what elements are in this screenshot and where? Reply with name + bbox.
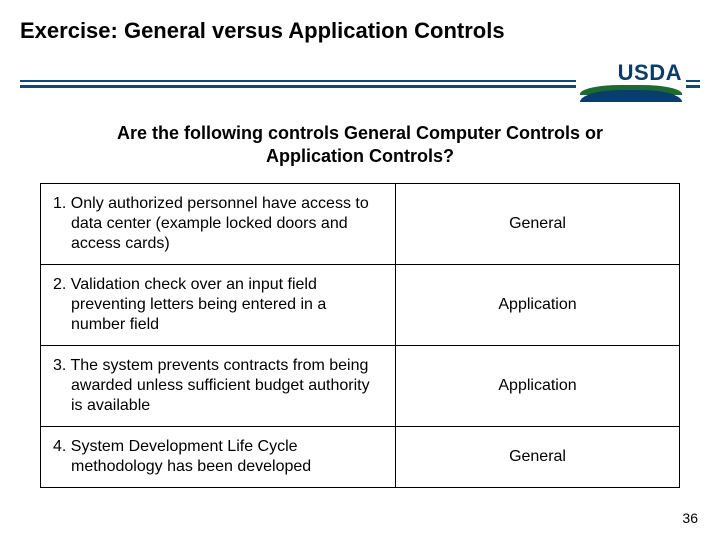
page-number: 36 — [682, 510, 698, 526]
control-answer: General — [396, 184, 680, 265]
page-title: Exercise: General versus Application Con… — [20, 18, 700, 44]
control-answer: General — [396, 427, 680, 488]
title-rule: USDA — [20, 58, 700, 108]
slide: Exercise: General versus Application Con… — [0, 0, 720, 540]
control-description: 2. Validation check over an input field … — [41, 265, 396, 346]
control-answer: Application — [396, 346, 680, 427]
control-description: 3. The system prevents contracts from be… — [41, 346, 396, 427]
control-description: 1. Only authorized personnel have access… — [41, 184, 396, 265]
usda-logo: USDA — [576, 60, 686, 106]
usda-logo-text: USDA — [580, 62, 682, 84]
controls-table: 1. Only authorized personnel have access… — [40, 183, 680, 488]
table-row: 3. The system prevents contracts from be… — [41, 346, 680, 427]
control-description: 4. System Development Life Cycle methodo… — [41, 427, 396, 488]
table-row: 1. Only authorized personnel have access… — [41, 184, 680, 265]
usda-logo-swoosh — [580, 85, 682, 103]
exercise-question: Are the following controls General Compu… — [80, 122, 640, 167]
control-answer: Application — [396, 265, 680, 346]
table-row: 4. System Development Life Cycle methodo… — [41, 427, 680, 488]
table-row: 2. Validation check over an input field … — [41, 265, 680, 346]
